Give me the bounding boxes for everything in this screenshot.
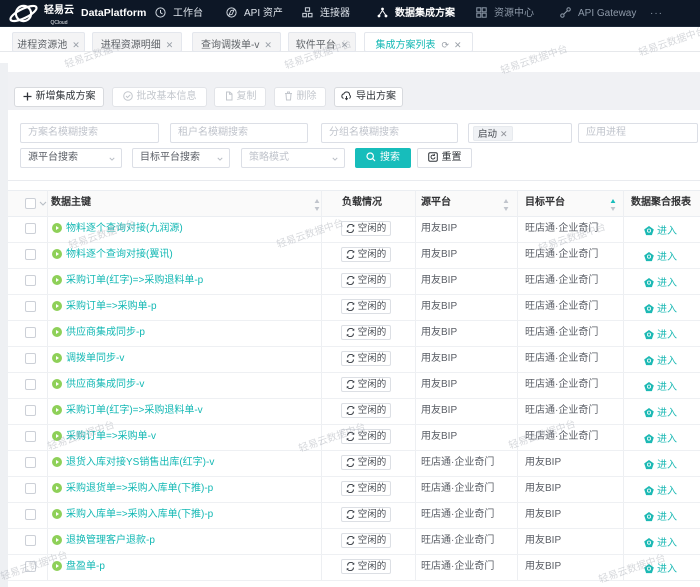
svg-text:轻易云数据中台: 轻易云数据中台 [275, 216, 345, 251]
